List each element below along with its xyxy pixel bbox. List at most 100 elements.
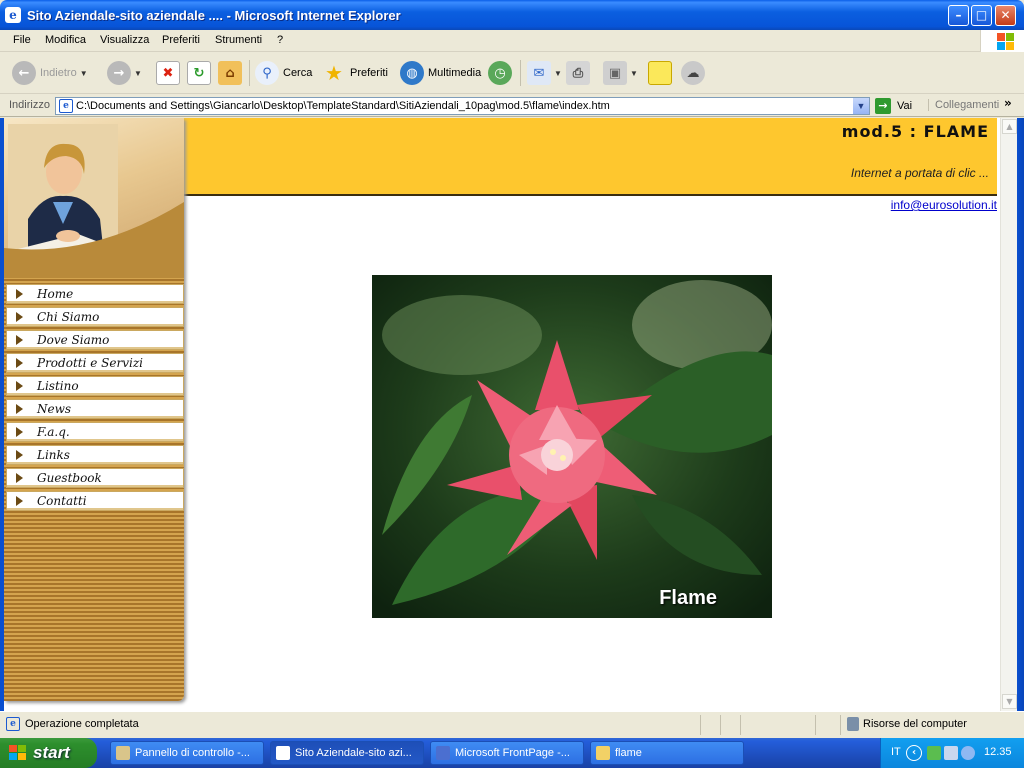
status-panel: [700, 715, 701, 735]
status-panel: [740, 715, 741, 735]
history-icon: ◷: [488, 61, 512, 85]
task-frontpage[interactable]: Microsoft FrontPage -...: [430, 741, 584, 765]
businesswoman-photo: [4, 118, 184, 278]
task-control-panel[interactable]: Pannello di controllo -...: [110, 741, 264, 765]
image-caption: Flame: [659, 587, 717, 609]
scroll-down-icon[interactable]: ▼: [1002, 694, 1017, 709]
globe-tray-icon[interactable]: [961, 746, 975, 760]
address-bar: Indirizzo e C:\Documents and Settings\Gi…: [0, 95, 1024, 117]
print-button[interactable]: ⎙: [566, 59, 590, 87]
address-dropdown-icon[interactable]: ▼: [853, 98, 869, 114]
forward-arrow-icon: →: [107, 61, 131, 85]
control-panel-icon: [116, 746, 130, 760]
menu-strumenti[interactable]: Strumenti: [215, 34, 262, 46]
task-ie-window[interactable]: Sito Aziendale-sito azi...: [270, 741, 424, 765]
chevron-left-icon[interactable]: ‹: [906, 745, 922, 761]
nav-item-links[interactable]: Links: [6, 445, 184, 465]
nav-item-listino[interactable]: Listino: [6, 376, 184, 396]
computer-icon: [847, 717, 859, 731]
search-button[interactable]: ⚲ Cerca: [255, 59, 312, 87]
printer-icon: ⎙: [566, 61, 590, 85]
minimize-button[interactable]: –: [948, 5, 969, 26]
toolbar: ← Indietro ▼ → ▼ ✖ ↻ ⌂ ⚲ Cerca ★ Preferi…: [0, 52, 1024, 94]
go-arrow-icon: →: [875, 98, 891, 114]
triangle-right-icon: [16, 289, 23, 299]
favorites-button[interactable]: ★ Preferiti: [322, 59, 388, 87]
menu-preferiti[interactable]: Preferiti: [162, 34, 200, 46]
network-icon[interactable]: [944, 746, 958, 760]
triangle-right-icon: [16, 473, 23, 483]
address-url: C:\Documents and Settings\Giancarlo\Desk…: [76, 100, 610, 112]
nav-item-faq[interactable]: F.a.q.: [6, 422, 184, 442]
nav-item-news[interactable]: News: [6, 399, 184, 419]
frontpage-icon: [436, 746, 450, 760]
vertical-scrollbar[interactable]: ▲ ▼: [1000, 118, 1017, 711]
taskbar: start Pannello di controllo -... Sito Az…: [0, 738, 1024, 768]
stop-icon: ✖: [156, 61, 180, 85]
nav-item-chi-siamo[interactable]: Chi Siamo: [6, 307, 184, 327]
links-toolbar[interactable]: Collegamenti: [928, 99, 999, 111]
menu-visualizza[interactable]: Visualizza: [100, 34, 149, 46]
maximize-button[interactable]: □: [971, 5, 992, 26]
tray-app-icon[interactable]: [927, 746, 941, 760]
edit-dropdown-icon[interactable]: ▼: [630, 69, 638, 78]
note-icon: [648, 61, 672, 85]
close-button[interactable]: ✕: [995, 5, 1016, 26]
status-panel: [815, 715, 816, 735]
start-button[interactable]: start: [0, 738, 97, 768]
notes-button[interactable]: [648, 59, 672, 87]
title-bar[interactable]: e Sito Aziendale-sito aziendale .... - M…: [0, 0, 1024, 30]
page-content: mod.5 : FLAME Internet a portata di clic…: [4, 118, 1004, 711]
nav-item-contatti[interactable]: Contatti: [6, 491, 184, 511]
triangle-right-icon: [16, 496, 23, 506]
status-bar: e Operazione completata Risorse del comp…: [0, 711, 1024, 738]
triangle-right-icon: [16, 358, 23, 368]
go-button[interactable]: → Vai: [875, 97, 912, 115]
edit-button[interactable]: ▣ ▼: [603, 59, 638, 87]
messenger-button[interactable]: ☁: [681, 59, 705, 87]
stop-button[interactable]: ✖: [156, 59, 180, 87]
back-button[interactable]: ← Indietro ▼: [12, 59, 88, 87]
forward-dropdown-icon[interactable]: ▼: [134, 69, 142, 78]
mail-button[interactable]: ✉ ▼: [527, 59, 562, 87]
home-button[interactable]: ⌂: [218, 59, 242, 87]
triangle-right-icon: [16, 381, 23, 391]
media-button[interactable]: ◍ Multimedia: [400, 59, 481, 87]
menu-bar: File Modifica Visualizza Preferiti Strum…: [0, 30, 1024, 52]
ie-logo-icon: e: [5, 7, 21, 23]
nav-item-prodotti-servizi[interactable]: Prodotti e Servizi: [6, 353, 184, 373]
clock: 12.35: [984, 746, 1012, 758]
home-icon: ⌂: [218, 61, 242, 85]
refresh-button[interactable]: ↻: [187, 59, 211, 87]
task-folder-flame[interactable]: flame: [590, 741, 744, 765]
security-zone: Risorse del computer: [863, 718, 967, 730]
scroll-up-icon[interactable]: ▲: [1002, 119, 1017, 134]
toolbar-separator: [249, 60, 250, 86]
menu-help[interactable]: ?: [277, 34, 283, 46]
triangle-right-icon: [16, 312, 23, 322]
email-link[interactable]: info@eurosolution.it: [891, 198, 997, 212]
windows-flag-icon: [9, 745, 27, 761]
history-button[interactable]: ◷: [488, 59, 512, 87]
sidebar: Home Chi Siamo Dove Siamo Prodotti e Ser…: [4, 118, 184, 701]
nav-menu: Home Chi Siamo Dove Siamo Prodotti e Ser…: [6, 284, 184, 514]
nav-item-guestbook[interactable]: Guestbook: [6, 468, 184, 488]
triangle-right-icon: [16, 450, 23, 460]
mail-icon: ✉: [527, 61, 551, 85]
search-icon: ⚲: [255, 61, 279, 85]
page-title: mod.5 : FLAME: [841, 122, 989, 141]
nav-item-dove-siamo[interactable]: Dove Siamo: [6, 330, 184, 350]
triangle-right-icon: [16, 427, 23, 437]
nav-item-home[interactable]: Home: [6, 284, 184, 304]
language-indicator[interactable]: IT: [891, 746, 901, 758]
page-tagline: Internet a portata di clic ...: [850, 166, 989, 180]
menu-file[interactable]: File: [13, 34, 31, 46]
forward-button[interactable]: → ▼: [107, 59, 142, 87]
back-dropdown-icon[interactable]: ▼: [80, 69, 88, 78]
address-input[interactable]: e C:\Documents and Settings\Giancarlo\De…: [55, 97, 870, 115]
edit-icon: ▣: [603, 61, 627, 85]
mail-dropdown-icon[interactable]: ▼: [554, 69, 562, 78]
menu-modifica[interactable]: Modifica: [45, 34, 86, 46]
window-title: Sito Aziendale-sito aziendale .... - Mic…: [27, 8, 401, 23]
chevron-right-icon[interactable]: »: [1004, 96, 1012, 110]
